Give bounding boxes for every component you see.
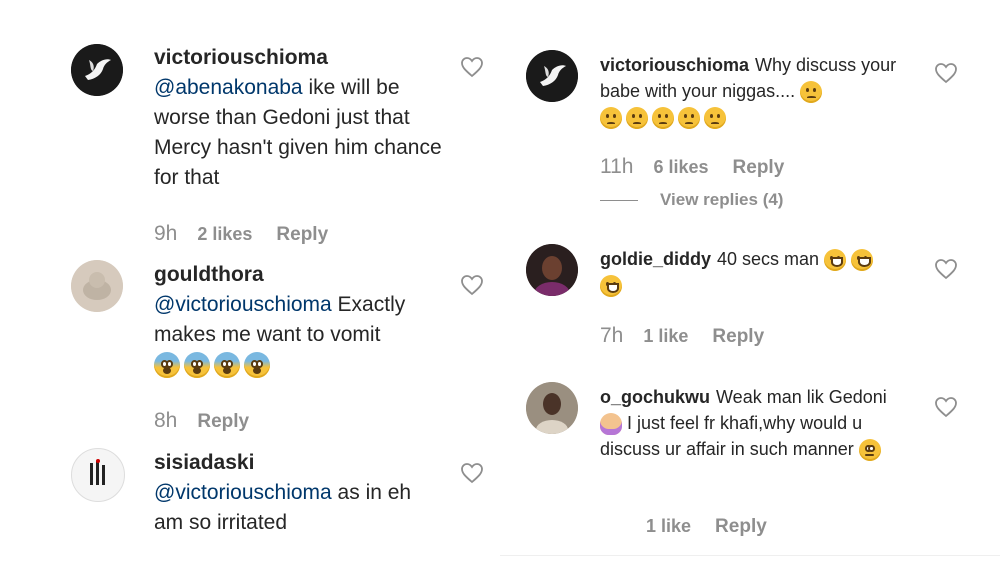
sad-face-emoji-icon	[800, 81, 823, 104]
sad-face-emoji-icon	[678, 107, 700, 130]
person-facepalming-emoji-icon	[600, 413, 622, 436]
sad-face-emoji-icon	[652, 107, 674, 130]
timestamp[interactable]: 9h	[154, 222, 177, 246]
mention-link[interactable]: @abenakonaba	[154, 76, 303, 99]
username[interactable]: o_gochukwu	[600, 387, 710, 407]
comment-body: o_gochukwu Weak man lik Gedoni I just fee…	[600, 384, 910, 462]
likes-count[interactable]: 6 likes	[653, 157, 708, 178]
view-replies-button[interactable]: View replies (4)	[600, 190, 783, 210]
comment-o-gochukwu: o_gochukwu Weak man lik Gedoni I just fee…	[500, 378, 1000, 548]
username[interactable]: sisiadaski	[154, 451, 254, 474]
comment-body: sisiadaski @victoriouschioma as in eh am…	[154, 448, 444, 538]
emoji-row	[600, 107, 726, 130]
username[interactable]: victoriouschioma	[154, 46, 328, 69]
avatar[interactable]	[526, 50, 578, 102]
selfie-photo-icon	[526, 382, 578, 434]
comment-meta: 1 like Reply	[646, 516, 767, 538]
timestamp[interactable]: 8h	[154, 409, 177, 433]
sad-face-emoji-icon	[704, 107, 726, 130]
avatar[interactable]	[526, 382, 578, 434]
heart-outline-icon[interactable]	[460, 462, 484, 484]
heart-outline-icon[interactable]	[460, 274, 484, 296]
dove-icon	[71, 44, 123, 96]
reply-button[interactable]: Reply	[197, 411, 249, 433]
comment-sisiadaski: sisiadaski @victoriouschioma as in eh am…	[0, 446, 500, 556]
comment-meta: 11h 6 likes Reply	[600, 155, 784, 179]
comment-meta: 7h 1 like Reply	[600, 324, 764, 348]
heart-outline-icon[interactable]	[934, 258, 958, 280]
comment-gouldthora: gouldthora @victoriouschioma Exactly mak…	[0, 258, 500, 438]
avatar[interactable]	[71, 448, 125, 502]
logo-icon	[73, 450, 123, 500]
heart-outline-icon[interactable]	[934, 396, 958, 418]
mention-link[interactable]: @victoriouschioma	[154, 293, 332, 316]
mention-link[interactable]: @victoriouschioma	[154, 481, 332, 504]
comment-body: goldie_diddy 40 secs man	[600, 246, 920, 298]
divider-line	[600, 199, 638, 201]
sad-face-emoji-icon	[626, 107, 648, 130]
reply-button[interactable]: Reply	[715, 516, 767, 538]
comment-victoriouschioma-1: victoriouschioma @abenakonaba ike will b…	[0, 0, 500, 260]
comment-text-continued: I just feel fr khafi,why would u discuss…	[600, 413, 863, 459]
fearful-face-emoji-icon	[184, 352, 210, 379]
reply-button[interactable]: Reply	[276, 224, 328, 246]
comment-meta: 9h 2 likes Reply	[154, 222, 328, 246]
username[interactable]: gouldthora	[154, 263, 264, 286]
heart-outline-icon[interactable]	[460, 56, 484, 78]
comment-body: victoriouschioma @abenakonaba ike will b…	[154, 43, 444, 193]
comments-column-left: victoriouschioma @abenakonaba ike will b…	[0, 0, 500, 562]
username[interactable]: victoriouschioma	[600, 55, 749, 75]
avatar[interactable]	[71, 44, 123, 96]
heart-outline-icon[interactable]	[934, 62, 958, 84]
comment-victoriouschioma-2: victoriouschioma Why discuss your babe wi…	[500, 0, 1000, 230]
comment-text: Weak man lik Gedoni	[716, 387, 887, 407]
grinning-face-emoji-icon	[600, 275, 622, 298]
sketch-icon	[71, 260, 123, 312]
comment-meta: 8h Reply	[154, 409, 249, 433]
timestamp[interactable]: 7h	[600, 324, 623, 348]
comment-body: gouldthora @victoriouschioma Exactly mak…	[154, 260, 444, 380]
bottom-divider	[500, 555, 1000, 556]
profile-photo-icon	[526, 244, 578, 296]
fearful-face-emoji-icon	[214, 352, 240, 379]
comment-goldie-diddy: goldie_diddy 40 secs man 7h 1 like Reply	[500, 238, 1000, 368]
likes-count[interactable]: 1 like	[643, 326, 688, 347]
username[interactable]: goldie_diddy	[600, 249, 711, 269]
dove-icon	[526, 50, 578, 102]
grinning-face-emoji-icon	[824, 249, 847, 272]
emoji-row	[154, 352, 270, 379]
likes-count[interactable]: 1 like	[646, 516, 691, 537]
comment-text: 40 secs man	[717, 249, 820, 269]
comments-column-right: victoriouschioma Why discuss your babe wi…	[500, 0, 1000, 562]
likes-count[interactable]: 2 likes	[197, 224, 252, 245]
face-with-rolling-eyes-emoji-icon	[858, 439, 881, 462]
timestamp[interactable]: 11h	[600, 155, 633, 179]
sad-face-emoji-icon	[600, 107, 622, 130]
fearful-face-emoji-icon	[244, 352, 270, 379]
avatar[interactable]	[526, 244, 578, 296]
fearful-face-emoji-icon	[154, 352, 180, 379]
grinning-face-emoji-icon	[851, 249, 874, 272]
avatar[interactable]	[71, 260, 123, 312]
comment-body: victoriouschioma Why discuss your babe wi…	[600, 52, 900, 130]
reply-button[interactable]: Reply	[733, 157, 785, 179]
reply-button[interactable]: Reply	[712, 326, 764, 348]
view-replies-label[interactable]: View replies (4)	[660, 190, 783, 210]
